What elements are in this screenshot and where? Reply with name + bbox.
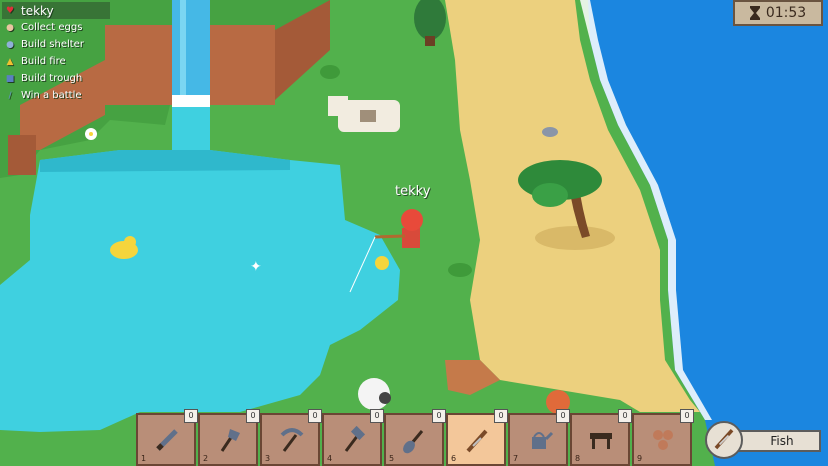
seeds-icon [653,430,673,450]
hourglass-icon [749,6,760,20]
quest-label: Build trough [21,73,83,84]
quest-item: ■ Build trough [2,70,110,87]
timer-value: 01:53 [765,5,807,21]
slot-number: 9 [637,454,643,463]
pickaxe-icon [280,428,304,452]
duck-head [124,236,136,248]
fish-button[interactable]: Fish [705,421,823,461]
flower-center [89,132,93,136]
slot-count: 0 [370,409,384,423]
slot-count: 0 [308,409,322,423]
quest-item: ● Build shelter [2,36,110,53]
hotbar-slot-1[interactable]: 10 [136,409,198,466]
palm-shadow [535,226,615,250]
game-timer: 01:53 [733,0,823,26]
slot-count: 0 [432,409,446,423]
waterfall [172,0,210,105]
cliff-face [8,135,36,175]
fire-icon: ▲ [6,56,14,67]
cow-head [328,96,348,116]
slot-number: 5 [389,454,395,463]
trough-icon: ■ [5,73,15,84]
fishing-rod-icon[interactable] [705,421,743,459]
cliff-face [210,25,275,105]
player-body[interactable] [402,228,420,248]
game-world[interactable]: ✦ [0,0,828,466]
cow-spot [360,110,376,122]
fishing-rod-icon [466,429,488,453]
bush [448,263,472,277]
beach-rock [542,127,558,137]
slot-count: 0 [680,409,694,423]
sword-icon: / [8,90,12,101]
quest-item: ● Collect eggs [2,19,110,36]
shovel-icon [403,430,424,454]
quest-item: ♥ tekky [2,2,110,19]
stream [172,107,210,157]
inventory-hotbar: 102030405060708090 [136,409,694,466]
cliff-face [105,25,172,105]
tree-trunk [425,36,435,46]
watering-can-icon [532,431,554,449]
quest-list: ♥ tekky ● Collect eggs ● Build shelter ▲ Build … [2,2,110,104]
slot-number: 4 [327,454,333,463]
shelter-icon: ● [6,39,14,50]
player-name-label: tekky [395,184,431,199]
quest-label: Build fire [21,56,66,67]
sparkle: ✦ [250,259,262,275]
slot-count: 0 [494,409,508,423]
hotbar-slot-5[interactable]: 50 [384,409,446,466]
quest-label: tekky [21,3,54,18]
slot-number: 3 [265,454,271,463]
quest-item: ▲ Build fire [2,53,110,70]
palm-leaves [532,183,568,207]
trough-icon [590,433,612,449]
waterfall [180,0,186,100]
slot-number: 6 [451,454,457,463]
hotbar-slot-2[interactable]: 20 [198,409,260,466]
hotbar-slot-3[interactable]: 30 [260,409,322,466]
quest-label: Win a battle [21,90,82,101]
hotbar-slot-7[interactable]: 70 [508,409,570,466]
slot-number: 8 [575,454,581,463]
waterfall-foam [172,95,210,107]
slot-number: 7 [513,454,519,463]
hammer-icon [344,425,366,452]
sheep-head [379,392,391,404]
hotbar-slot-6[interactable]: 60 [446,409,508,466]
fishing-rod [374,234,406,239]
axe-icon [220,429,240,452]
hotbar-slot-9[interactable]: 90 [632,409,694,466]
egg-icon: ● [6,22,14,33]
sword-icon [156,429,178,451]
slot-count: 0 [556,409,570,423]
quest-label: Build shelter [21,39,84,50]
hotbar-slot-8[interactable]: 80 [570,409,632,466]
slot-count: 0 [618,409,632,423]
heart-icon: ♥ [5,5,15,16]
player-head[interactable] [401,209,423,231]
quest-label: Collect eggs [21,22,83,33]
bush [320,65,340,79]
quest-item: / Win a battle [2,87,110,104]
slot-count: 0 [184,409,198,423]
fish-button-label[interactable]: Fish [735,430,821,452]
slot-count: 0 [246,409,260,423]
slot-number: 1 [141,454,147,463]
hotbar-slot-4[interactable]: 40 [322,409,384,466]
fishing-bobber [375,256,389,270]
slot-number: 2 [203,454,209,463]
